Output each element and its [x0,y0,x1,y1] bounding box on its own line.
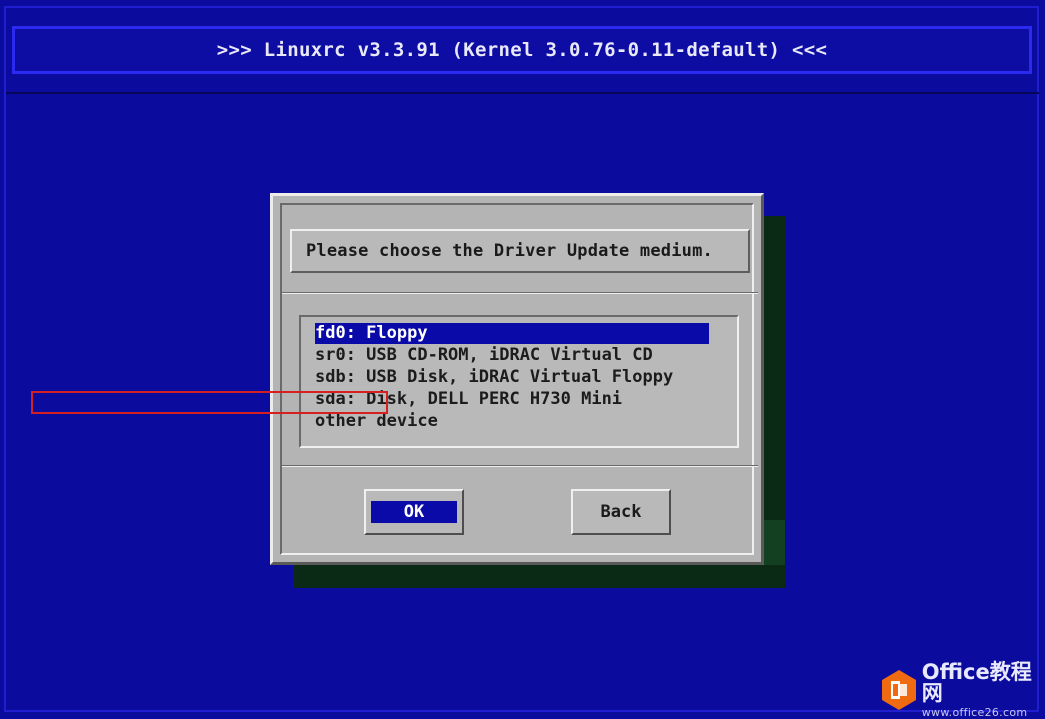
watermark: Office教程网 www.office26.com [880,662,1045,718]
driver-update-dialog: Please choose the Driver Update medium. … [270,193,764,565]
back-button[interactable]: Back [571,489,671,535]
watermark-title: Office教程网 [921,660,1032,705]
prompt-text: Please choose the Driver Update medium. [306,241,713,261]
device-list[interactable]: fd0: Floppy sr0: USB CD-ROM, iDRAC Virtu… [299,315,739,448]
device-item-sdb[interactable]: sdb: USB Disk, iDRAC Virtual Floppy [315,367,673,388]
dialog-separator-highlight [282,293,758,294]
office-logo-icon [880,669,916,711]
device-item-fd0[interactable]: fd0: Floppy [315,323,709,344]
device-item-sr0[interactable]: sr0: USB CD-ROM, iDRAC Virtual CD [315,345,653,366]
watermark-url: www.office26.com [921,706,1028,719]
device-item-sda[interactable]: sda: Disk, DELL PERC H730 Mini [315,389,622,410]
button-area-separator-highlight [282,466,758,467]
device-item-other[interactable]: other device [315,411,438,432]
title-divider [6,92,1039,94]
ok-button-label: OK [371,501,457,523]
back-button-label: Back [600,502,642,522]
prompt-box: Please choose the Driver Update medium. [290,229,750,273]
linuxrc-title: >>> Linuxrc v3.3.91 (Kernel 3.0.76-0.11-… [216,39,828,61]
installer-screen: >>> Linuxrc v3.3.91 (Kernel 3.0.76-0.11-… [0,0,1045,719]
linuxrc-title-bar: >>> Linuxrc v3.3.91 (Kernel 3.0.76-0.11-… [12,26,1032,74]
ok-button[interactable]: OK [364,489,464,535]
